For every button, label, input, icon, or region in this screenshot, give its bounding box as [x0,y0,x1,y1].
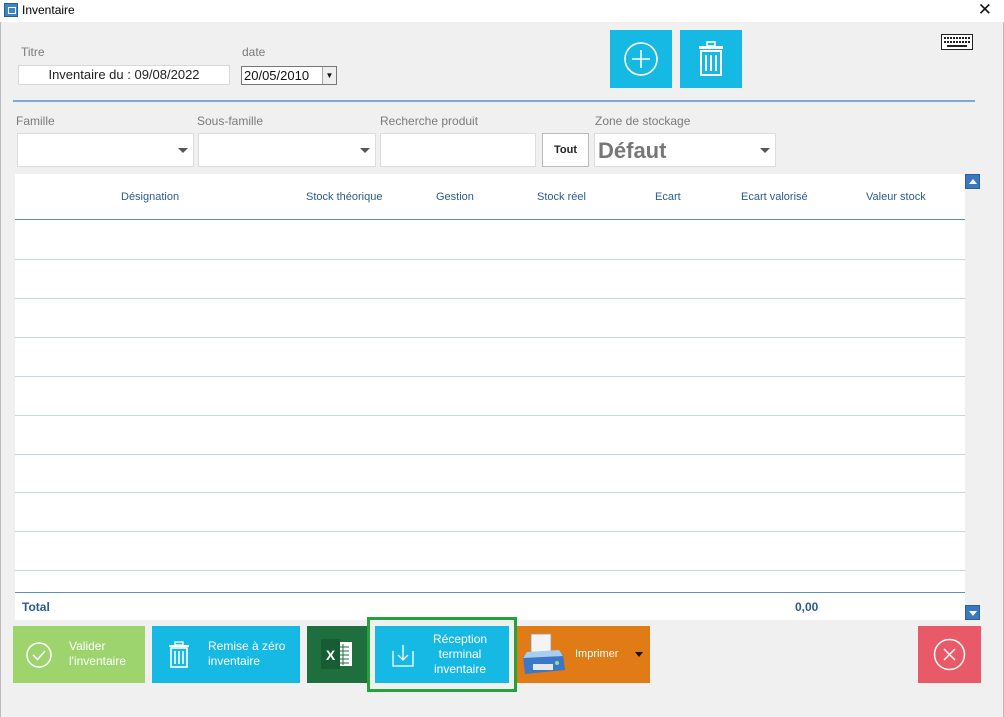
table-row [15,337,965,338]
window-close-button[interactable]: ✕ [978,0,992,20]
recherche-label: Recherche produit [380,114,479,128]
date-value: 20/05/2010 [244,68,310,83]
keyboard-icon[interactable] [941,34,973,50]
table-header: Désignation Stock théorique Gestion Stoc… [15,174,965,220]
famille-select[interactable] [17,133,194,167]
table-row [15,454,965,455]
window-title: Inventaire [22,3,75,17]
close-circle-icon [933,638,966,671]
sous-famille-select[interactable] [198,133,376,167]
remise-label: Remise à zéro inventaire [208,639,286,668]
date-dropdown-arrow-icon[interactable]: ▼ [322,67,336,84]
zone-select[interactable]: Défaut [594,133,776,167]
zone-label: Zone de stockage [595,114,691,128]
window-titlebar: Inventaire ✕ [0,0,1004,22]
famille-label: Famille [16,114,55,128]
chevron-down-icon [760,148,770,153]
date-label: date [242,45,266,59]
delete-button[interactable] [680,30,742,88]
table-row [15,492,965,493]
column-valeur-stock[interactable]: Valeur stock [866,191,926,203]
total-separator [15,592,965,593]
zone-value: Défaut [598,138,667,163]
column-ecart[interactable]: Ecart [655,191,681,203]
table-row [15,415,965,416]
imprimer-dropdown-arrow-icon[interactable] [635,652,643,657]
valider-label: Valider l'inventaire [69,639,126,668]
total-value: 0,00 [795,600,819,614]
titre-label: Titre [21,45,45,59]
close-form-button[interactable] [918,626,981,683]
imprimer-label: Imprimer [575,648,619,660]
check-circle-icon [26,642,52,668]
download-tray-icon [392,645,414,667]
remise-a-zero-button[interactable]: Remise à zéro inventaire [152,626,300,683]
table-row [15,531,965,532]
chevron-down-icon [178,148,188,153]
column-gestion[interactable]: Gestion [436,191,474,203]
table-row [15,376,965,377]
sous-famille-label: Sous-famille [197,114,264,128]
titre-input[interactable]: Inventaire du : 09/08/2022 [18,65,230,85]
imprimer-button[interactable]: Imprimer [517,626,650,683]
add-button[interactable] [610,30,672,88]
column-ecart-valorise[interactable]: Ecart valorisé [741,191,808,203]
column-designation[interactable]: Désignation [121,191,179,203]
main-panel: Titre Inventaire du : 09/08/2022 date 20… [0,22,1004,717]
column-stock-reel[interactable]: Stock réel [537,191,586,203]
header-separator [13,100,975,102]
recherche-input[interactable] [380,133,536,167]
excel-icon: X [321,639,352,669]
column-stock-theorique[interactable]: Stock théorique [306,191,382,203]
table-row [15,570,965,571]
scroll-down-button[interactable] [965,605,980,620]
table-scrollbar[interactable] [965,174,980,620]
printer-icon [523,633,565,674]
trash-icon [699,41,723,76]
app-icon [4,3,18,17]
scroll-up-button[interactable] [965,174,980,189]
date-select[interactable]: 20/05/2010 ▼ [241,66,337,85]
svg-text:X: X [326,647,336,663]
chevron-down-icon [360,148,370,153]
table-row [15,259,965,260]
reception-label: Réception terminal inventaire [433,632,488,676]
inventory-table[interactable]: Désignation Stock théorique Gestion Stoc… [15,174,965,620]
reception-terminal-button[interactable]: Réception terminal inventaire [375,626,509,683]
valider-inventaire-button[interactable]: Valider l'inventaire [13,626,145,683]
total-label: Total [22,600,50,614]
table-row [15,298,965,299]
trash-icon [169,641,189,668]
excel-export-button[interactable]: X [307,626,367,683]
plus-circle-icon [624,42,658,76]
tout-button[interactable]: Tout [542,133,589,167]
